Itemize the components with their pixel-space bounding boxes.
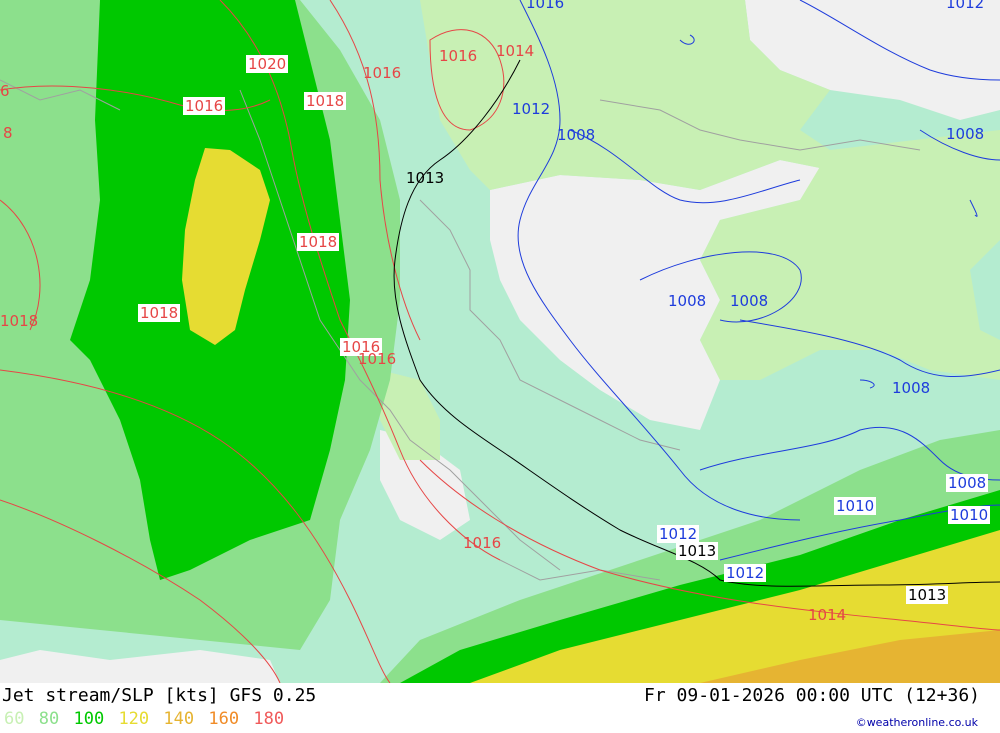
isobar-label: 8 [3,124,13,142]
legend-item-120: 120 [118,709,150,729]
weather-map: 1020 1016 1016 1018 1016 1014 1018 1018 … [0,0,1000,683]
isobar-label: 1008 [730,292,769,310]
credit-link[interactable]: ©weatheronline.co.uk [856,716,978,729]
isobar-label: 1008 [946,125,985,143]
map-canvas [0,0,1000,683]
isobar-label: 1008 [557,126,596,144]
isobar-label: 1016 [183,97,226,115]
isobar-label: 1008 [946,474,989,492]
isobar-label: 1018 [138,304,181,322]
legend-item-60: 60 [4,709,25,729]
isobar-label: 1018 [297,233,340,251]
isobar-label: 1010 [834,497,877,515]
legend-item-180: 180 [253,709,285,729]
isobar-label: 1013 [906,586,949,604]
isobar-label: 6 [0,82,10,100]
isobar-label: 1018 [304,92,347,110]
legend-item-100: 100 [73,709,105,729]
isobar-label: 1020 [246,55,289,73]
isobar-label: 1016 [358,350,397,368]
speed-legend: 60 80 100 120 140 160 180 [4,709,288,729]
isobar-label: 1012 [724,564,767,582]
isobar-label: 1018 [0,312,39,330]
isobar-label: 1008 [892,379,931,397]
isobar-label: 1016 [463,534,502,552]
isobar-label: 1014 [808,606,847,624]
isobar-label: 1013 [406,169,445,187]
isobar-label: 1012 [512,100,551,118]
isobar-label: 1012 [946,0,985,12]
isobar-label: 1012 [657,525,700,543]
isobar-label: 1014 [496,42,535,60]
isobar-label: 1013 [676,542,719,560]
isobar-label: 1016 [439,47,478,65]
isobar-label: 1010 [948,506,991,524]
legend-item-140: 140 [163,709,195,729]
isobar-label: 1016 [363,64,402,82]
map-footer: Jet stream/SLP [kts] GFS 0.25 Fr 09-01-2… [0,683,1000,733]
isobar-label: 1016 [526,0,565,12]
legend-item-80: 80 [38,709,60,729]
valid-time: Fr 09-01-2026 00:00 UTC (12+36) [644,685,980,706]
map-title: Jet stream/SLP [kts] GFS 0.25 [2,685,317,706]
isobar-label: 1008 [668,292,707,310]
legend-item-160: 160 [208,709,240,729]
